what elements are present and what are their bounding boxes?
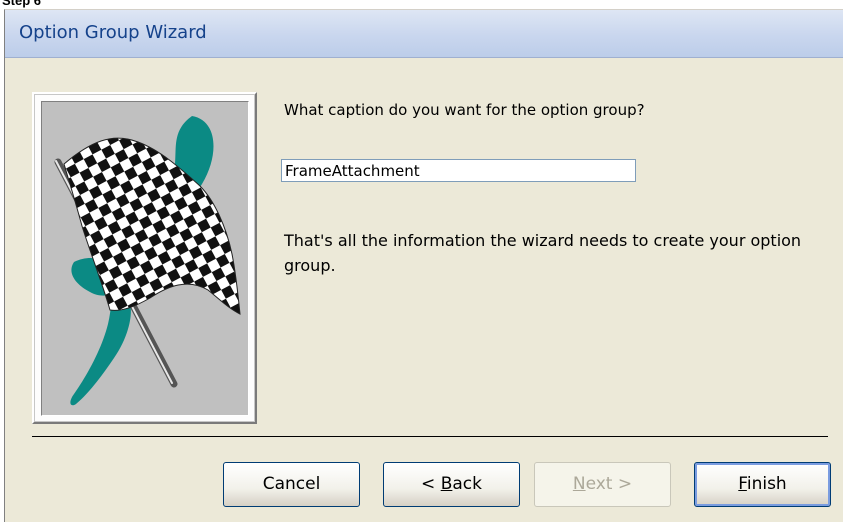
cancel-button-label: Cancel <box>262 474 321 494</box>
next-button[interactable]: Next > <box>534 462 671 507</box>
caption-prompt: What caption do you want for the option … <box>284 101 645 119</box>
step-caption: Step 6 <box>2 0 42 8</box>
back-button-label: < Back <box>421 474 482 494</box>
title-bar[interactable]: Option Group Wizard <box>5 10 843 58</box>
finish-button-label: Finish <box>738 474 787 494</box>
wizard-picture <box>32 92 257 424</box>
checkered-flag-icon <box>54 116 241 406</box>
option-group-wizard-dialog: Option Group Wizard What caption do you … <box>4 9 843 522</box>
back-button[interactable]: < Back <box>383 462 520 507</box>
info-text: That's all the information the wizard ne… <box>284 231 802 275</box>
window-title: Option Group Wizard <box>19 22 207 43</box>
separator-line <box>32 436 828 437</box>
cancel-button[interactable]: Cancel <box>223 462 360 507</box>
next-button-label: Next > <box>572 474 633 494</box>
picture-panel <box>41 101 249 416</box>
finish-button[interactable]: Finish <box>694 462 831 507</box>
caption-input[interactable] <box>281 159 636 182</box>
